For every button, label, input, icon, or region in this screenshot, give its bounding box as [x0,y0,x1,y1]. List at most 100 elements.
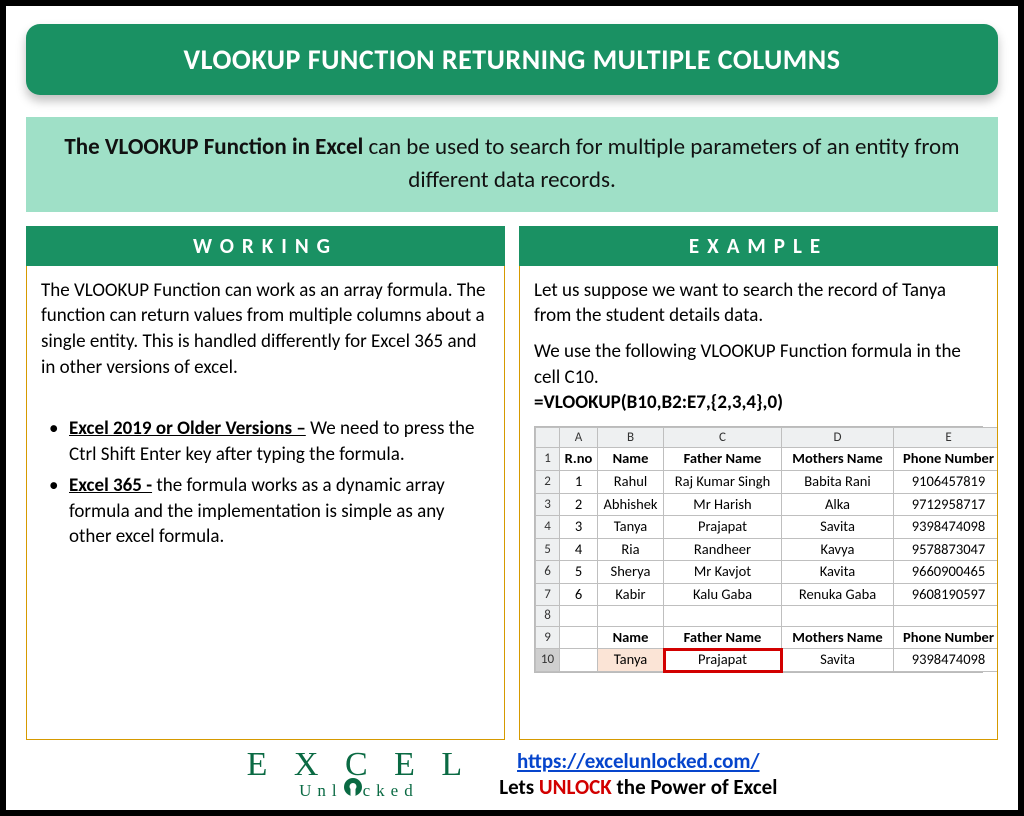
row-num: 2 [536,471,560,494]
example-p2-text: We use the following VLOOKUP Function fo… [534,340,961,389]
col-letter: A [560,427,598,448]
tagline-c: the Power of Excel [612,774,778,800]
logo-text: C E L [345,746,471,783]
cell: 3 [560,516,598,539]
col-letter-row: A B C D E [536,427,999,448]
cell [560,649,598,672]
col-letter: C [664,427,782,448]
table-row: 4 3 Tanya Prajapat Savita 9398474098 [536,516,999,539]
col-letter: D [782,427,894,448]
cell: 9712958717 [894,493,999,516]
row-num: 6 [536,561,560,584]
cell: Ria [598,538,664,561]
page-title: VLOOKUP FUNCTION RETURNING MULTIPLE COLU… [26,24,998,95]
cell: Father Name [664,448,782,471]
intro-banner: The VLOOKUP Function in Excel can be use… [26,117,998,212]
logo-text: E X [247,746,328,783]
lookup-name-cell: Tanya [598,649,664,672]
cell [560,606,598,627]
cell: Father Name [664,626,782,649]
cell: Renuka Gaba [782,583,894,606]
row-num: 5 [536,538,560,561]
working-column: WORKING The VLOOKUP Function can work as… [26,226,505,740]
row-num: 8 [536,606,560,627]
cell [664,606,782,627]
cell: 9106457819 [894,471,999,494]
site-link[interactable]: https://excelunlocked.com/ [517,748,759,774]
cell: Phone Number [894,448,999,471]
highlighted-result-cell: Prajapat [664,649,782,672]
table-row-blank: 8 [536,606,999,627]
cell: Alka [782,493,894,516]
intro-rest: can be used to search for multiple param… [363,133,959,194]
cell [598,606,664,627]
table-row: 7 6 Kabir Kalu Gaba Renuka Gaba 96081905… [536,583,999,606]
cell: Savita [782,516,894,539]
cell: Savita [782,649,894,672]
working-bullet-2: Excel 365 - the formula works as a dynam… [47,473,490,550]
cell: Name [598,626,664,649]
infographic-frame: VLOOKUP FUNCTION RETURNING MULTIPLE COLU… [0,0,1024,816]
row-num: 9 [536,626,560,649]
row-num: 10 [536,649,560,672]
cell: Rahul [598,471,664,494]
row-num: 7 [536,583,560,606]
row-num: 1 [536,448,560,471]
cell: 9398474098 [894,516,999,539]
cell: Tanya [598,516,664,539]
col-letter: B [598,427,664,448]
cell: Randheer [664,538,782,561]
intro-bold: The VLOOKUP Function in Excel [64,133,363,161]
logo-bottom: Unlcked [299,778,419,798]
cell: 9578873047 [894,538,999,561]
working-bullet-1: Excel 2019 or Older Versions – We need t… [47,416,490,467]
cell [560,626,598,649]
col-letter: E [894,427,999,448]
footer: E X C E L Unlcked https://excelunlocked.… [26,740,998,800]
lookup-header-row: 9 Name Father Name Mothers Name Phone Nu… [536,626,999,649]
cell: Kavya [782,538,894,561]
example-header: EXAMPLE [519,226,998,266]
cell: 6 [560,583,598,606]
working-body: The VLOOKUP Function can work as an arra… [26,266,505,740]
table-row: 1 R.no Name Father Name Mothers Name Pho… [536,448,999,471]
cell: Raj Kumar Singh [664,471,782,494]
working-header: WORKING [26,226,505,266]
cell: Kavita [782,561,894,584]
cell: 1 [560,471,598,494]
cell: Mothers Name [782,448,894,471]
tagline-a: Lets [499,774,539,800]
bullet-lead: Excel 2019 or Older Versions – [69,417,306,440]
example-p2: We use the following VLOOKUP Function fo… [534,339,983,416]
corner-cell [536,427,560,448]
cell: Sherya [598,561,664,584]
cell: Mothers Name [782,626,894,649]
excel-table: A B C D E 1 R.no Name Father Name Mother… [535,427,998,672]
cell: Prajapat [664,516,782,539]
row-num: 3 [536,493,560,516]
example-column: EXAMPLE Let us suppose we want to search… [519,226,998,740]
bullet-lead: Excel 365 - [69,474,152,497]
cell: 5 [560,561,598,584]
working-paragraph: The VLOOKUP Function can work as an arra… [41,278,490,381]
columns: WORKING The VLOOKUP Function can work as… [26,226,998,740]
table-row: 2 1 Rahul Raj Kumar Singh Babita Rani 91… [536,471,999,494]
example-formula: =VLOOKUP(B10,B2:E7,{2,3,4},0) [534,391,783,414]
footer-text: https://excelunlocked.com/ Lets UNLOCK t… [499,748,777,800]
cell [782,606,894,627]
brand-logo: E X C E L Unlcked [247,750,472,799]
logo-top: E X C E L [247,750,472,781]
cell: Mr Kavjot [664,561,782,584]
cell: 2 [560,493,598,516]
excel-grid: A B C D E 1 R.no Name Father Name Mother… [534,426,983,673]
keyhole-icon [344,778,362,796]
working-bullets: Excel 2019 or Older Versions – We need t… [41,416,490,550]
cell: 9608190597 [894,583,999,606]
cell: R.no [560,448,598,471]
example-body: Let us suppose we want to search the rec… [519,266,998,740]
cell: Name [598,448,664,471]
cell: Abhishek [598,493,664,516]
table-row: 3 2 Abhishek Mr Harish Alka 9712958717 [536,493,999,516]
cell: Kabir [598,583,664,606]
cell: Babita Rani [782,471,894,494]
